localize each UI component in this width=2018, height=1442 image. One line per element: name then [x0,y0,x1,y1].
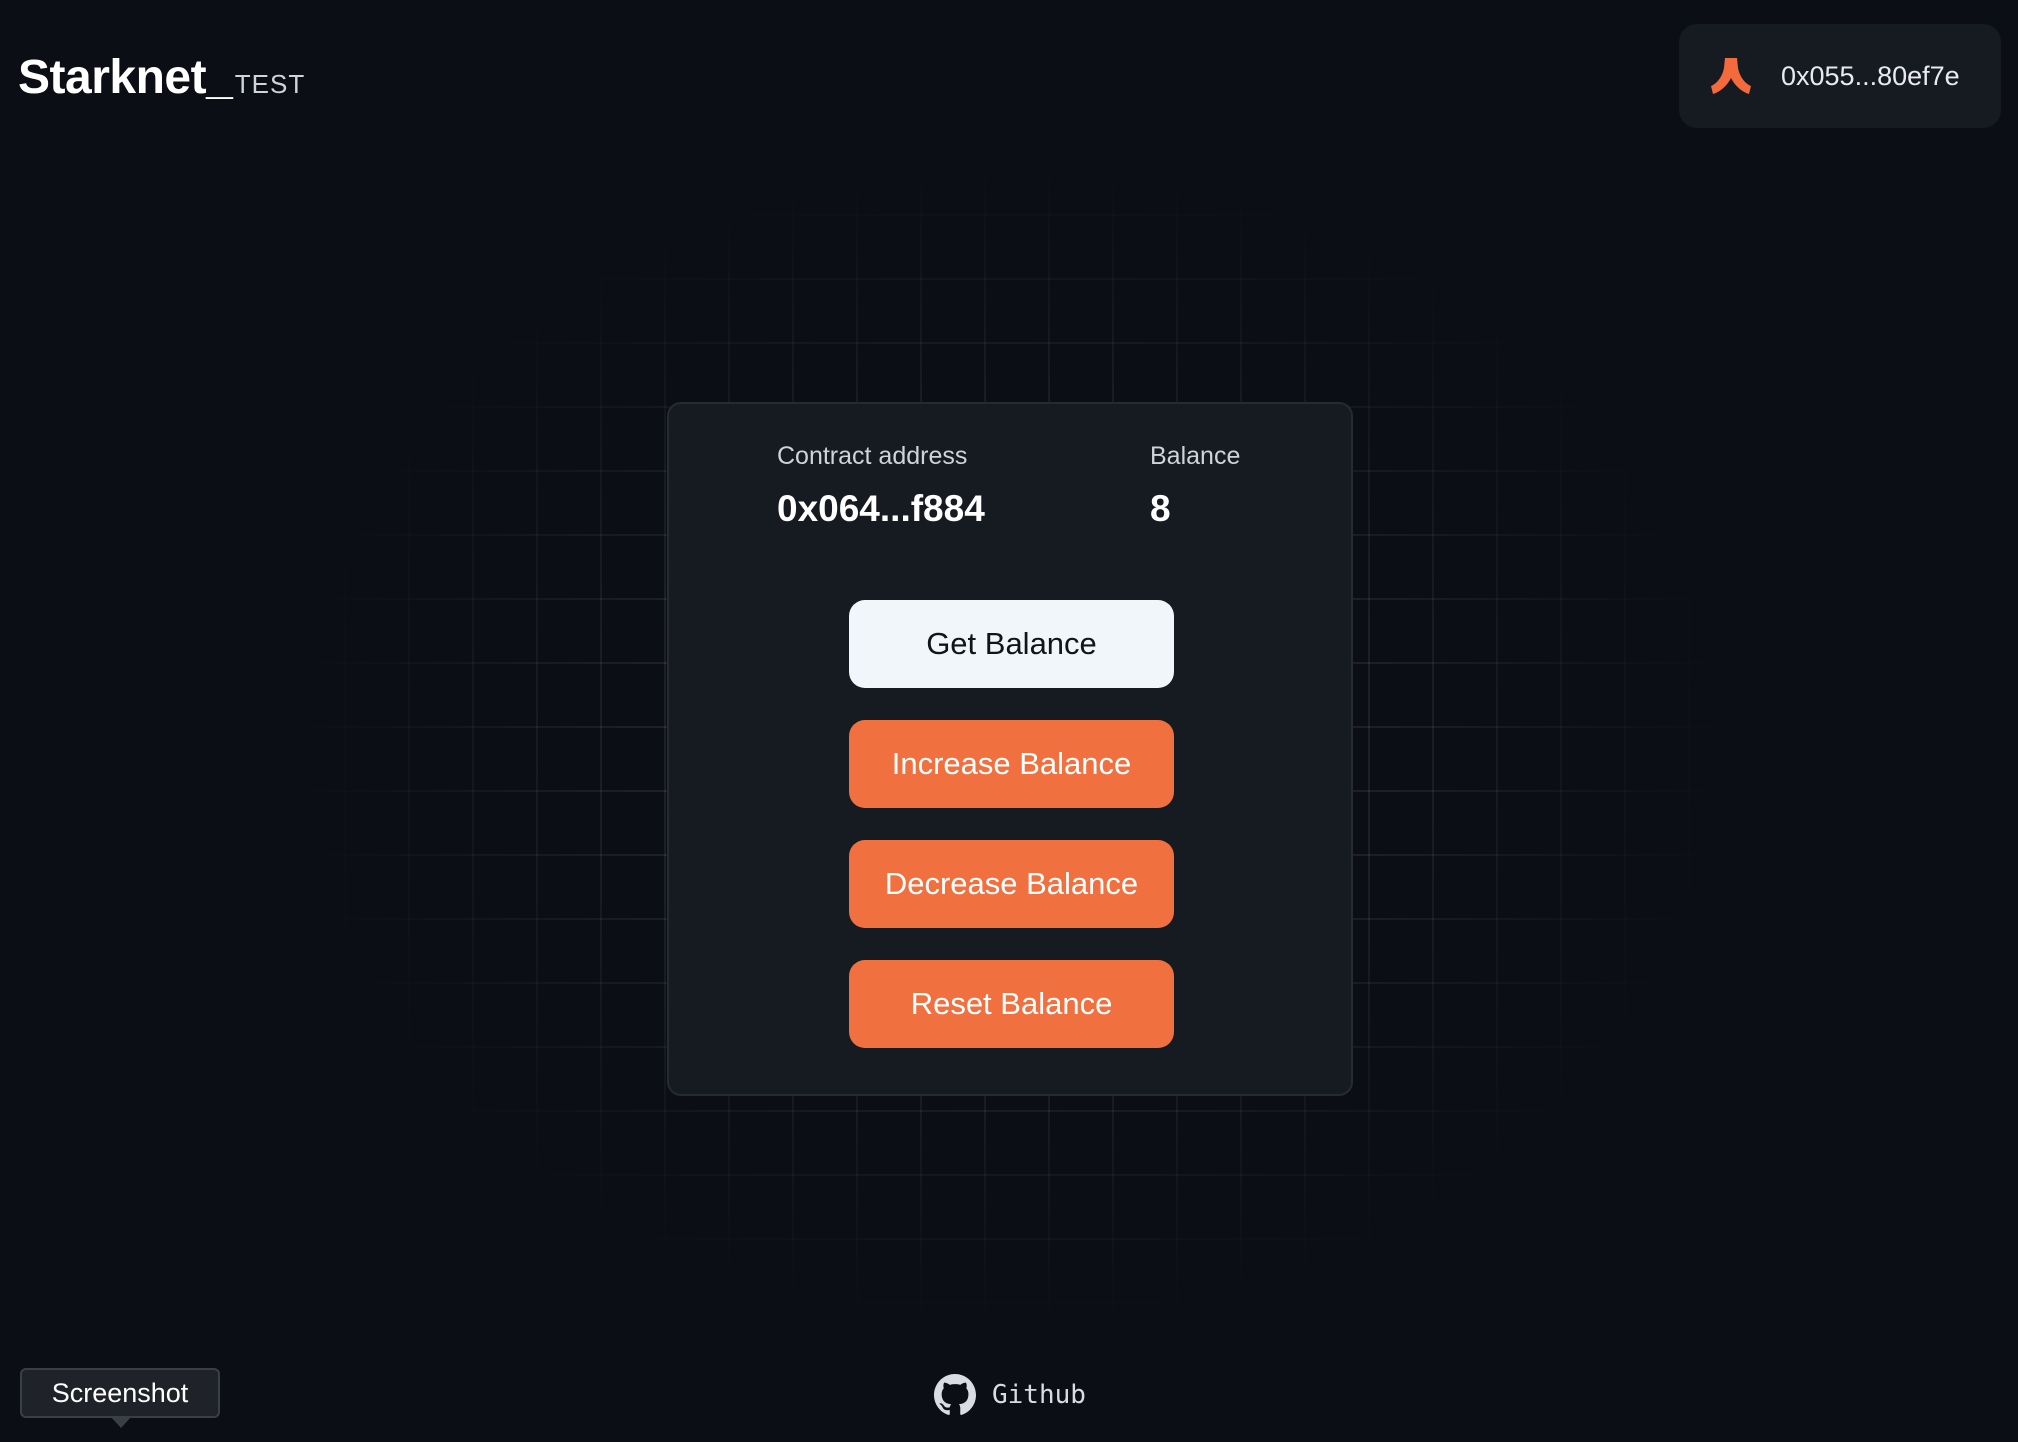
brand-underscore: _ [206,51,233,104]
balance-value: 8 [1150,488,1171,529]
brand-name: Starknet [18,51,207,104]
brand-suffix: TEST [234,69,306,99]
screenshot-tooltip: Screenshot [20,1368,220,1418]
increase-balance-button[interactable]: Increase Balance [849,720,1174,808]
contract-card: Contract address 0x064...f884 Balance 8 … [667,402,1353,1096]
wallet-address: 0x055...80ef7e [1781,60,1960,91]
argent-wallet-icon [1711,58,1751,94]
tooltip-arrow [110,1416,132,1428]
balance-label: Balance [1150,442,1241,470]
wallet-button[interactable]: 0x055...80ef7e [1679,24,2001,128]
brand-logo[interactable]: Starknet _ TEST [18,50,305,105]
decrease-balance-button[interactable]: Decrease Balance [849,840,1174,928]
contract-address-label: Contract address [777,442,968,470]
contract-address-value: 0x064...f884 [777,488,985,529]
github-link[interactable]: Github [934,1374,1086,1416]
get-balance-button[interactable]: Get Balance [849,600,1174,688]
reset-balance-button[interactable]: Reset Balance [849,960,1174,1048]
app-root: Starknet _ TEST 0x055...80ef7e Contract … [0,0,2018,1442]
github-label: Github [992,1380,1086,1410]
github-icon [934,1374,976,1415]
